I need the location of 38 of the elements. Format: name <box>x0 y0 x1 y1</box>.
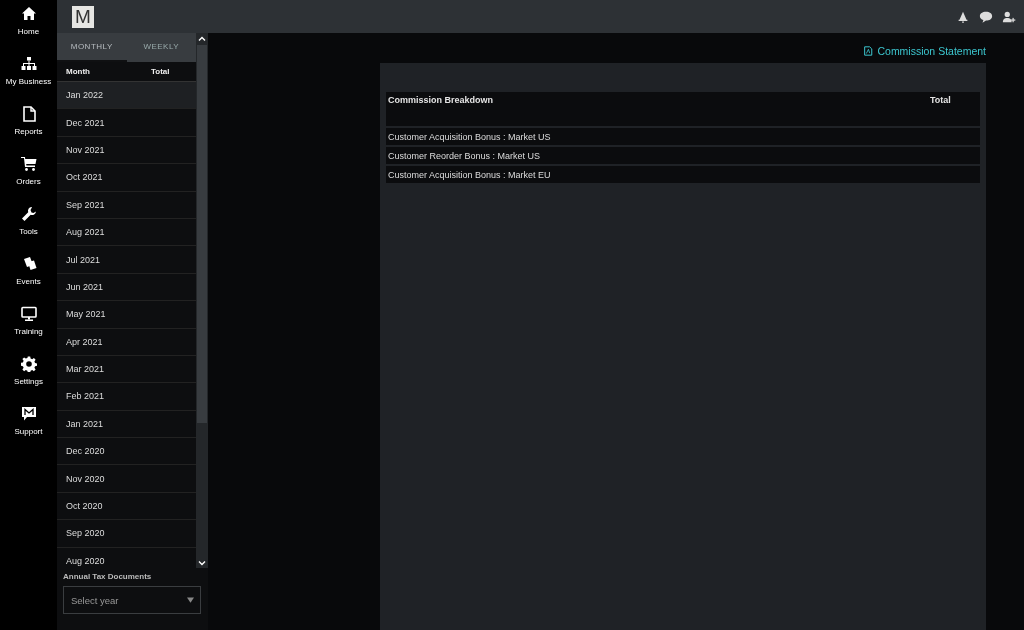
org-chart-icon <box>20 56 37 72</box>
nav-item[interactable]: Orders <box>0 156 57 206</box>
monitor-icon <box>20 306 37 322</box>
nav-item[interactable]: Home <box>0 6 57 56</box>
column-header: Total <box>151 67 170 76</box>
column-header: Total <box>928 92 980 126</box>
nav-item[interactable]: Settings <box>0 356 57 406</box>
pdf-icon[interactable] <box>863 46 874 56</box>
tax-documents-label: Annual Tax Documents <box>63 572 153 581</box>
column-header: Month <box>65 67 91 76</box>
home-icon <box>20 6 37 22</box>
table-cell: Customer Acquisition Bonus : Market US <box>386 128 928 145</box>
add-user-icon[interactable] <box>1002 9 1016 24</box>
nav-item[interactable]: Reports <box>0 106 57 156</box>
chat-bubble-icon[interactable] <box>979 9 993 24</box>
year-select[interactable]: Select year <box>63 586 201 614</box>
scroll-up-icon[interactable] <box>198 36 206 42</box>
scroll-down-icon[interactable] <box>198 560 206 566</box>
scrollbar[interactable] <box>196 33 208 568</box>
chat-icon <box>20 406 37 422</box>
document-icon <box>20 106 37 122</box>
column-header: Commission Breakdown <box>386 92 928 126</box>
nav-item[interactable]: Support <box>0 406 57 456</box>
table-cell: Customer Reorder Bonus : Market US <box>386 147 928 164</box>
nav-item[interactable]: My Business <box>0 56 57 106</box>
logo[interactable]: M <box>72 5 94 28</box>
wrench-icon <box>20 206 37 222</box>
nav-item[interactable]: Events <box>0 256 57 306</box>
period-tab[interactable]: WEEKLY <box>126 33 196 62</box>
nav-item[interactable]: Training <box>0 306 57 356</box>
nav-item[interactable]: Tools <box>0 206 57 256</box>
period-tab[interactable]: MONTHLY <box>57 33 127 62</box>
month-row[interactable]: Jan 2022 <box>57 82 196 110</box>
cart-icon <box>20 156 37 172</box>
dropdown-caret-icon <box>187 597 194 603</box>
table-cell: Customer Acquisition Bonus : Market EU <box>386 166 928 183</box>
commission-statement-link[interactable]: Commission Statement <box>877 45 986 57</box>
settings-icon <box>20 356 37 372</box>
